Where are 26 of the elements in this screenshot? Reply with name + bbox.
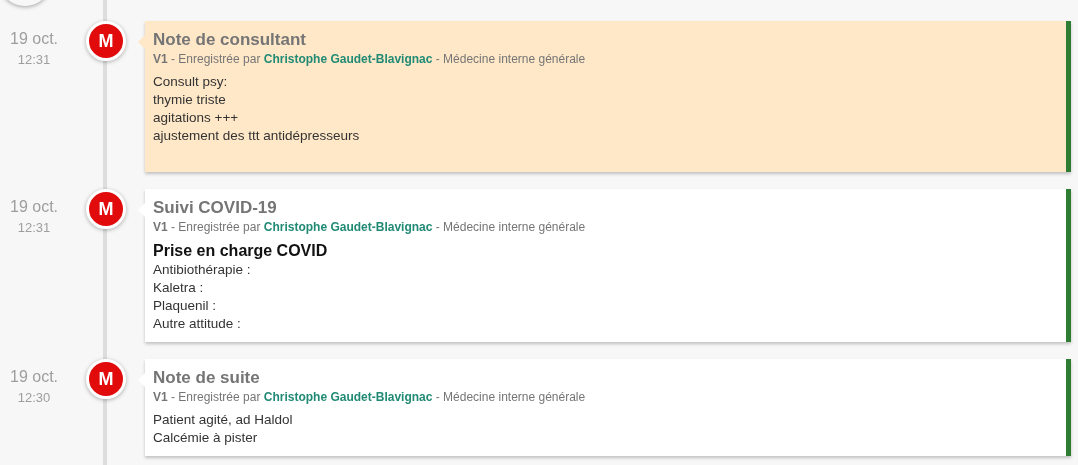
note-line: thymie triste (153, 91, 227, 109)
entry-date: 19 oct. (10, 368, 58, 386)
note-meta: V1 - Enregistrée par Christophe Gaudet-Blavignac - Médecine interne générale (153, 220, 587, 234)
note-line: Plaquenil : (153, 297, 218, 315)
note-title: Note de suite (153, 368, 261, 388)
note-title: Note de consultant (153, 30, 307, 50)
note-title: Suivi COVID-19 (153, 198, 278, 218)
author-marker: M (86, 189, 126, 229)
author-marker: M (86, 21, 126, 61)
entry-date: 19 oct. (10, 30, 58, 48)
note-meta: V1 - Enregistrée par Christophe Gaudet-Blavignac - Médecine interne générale (153, 390, 587, 404)
entry-time: 12:31 (17, 220, 51, 235)
entry-time: 12:31 (17, 52, 51, 67)
note-heading: Prise en charge COVID (153, 241, 329, 261)
note-line: Kaletra : (153, 279, 205, 297)
note-line: agitations +++ (153, 109, 240, 127)
entry-time: 12:30 (17, 390, 51, 405)
note-line: Antibiothérapie : (153, 261, 252, 279)
note-line: Autre attitude : (153, 315, 242, 333)
note-line: ajustement des ttt antidépresseurs (153, 127, 361, 145)
author-marker: M (86, 359, 126, 399)
note-line: Calcémie à pister (153, 429, 259, 447)
note-meta: V1 - Enregistrée par Christophe Gaudet-Blavignac - Médecine interne générale (153, 52, 587, 66)
entry-date: 19 oct. (10, 198, 58, 216)
note-line: Patient agité, ad Haldol (153, 411, 294, 429)
note-line: Consult psy: (153, 73, 229, 91)
